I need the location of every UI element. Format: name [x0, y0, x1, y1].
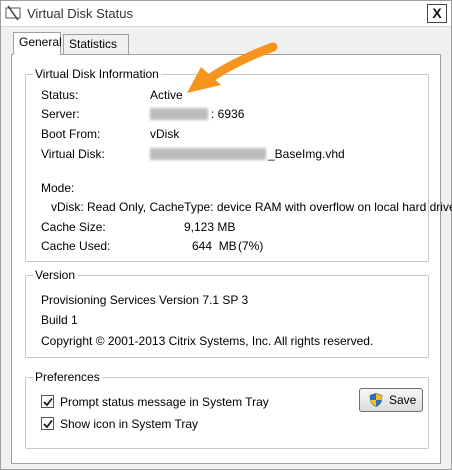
check-icon — [43, 397, 53, 407]
show-icon-checkbox[interactable] — [41, 417, 54, 430]
virtual-disk-label: Virtual Disk: — [41, 147, 105, 161]
show-icon-label[interactable]: Show icon in System Tray — [60, 417, 198, 431]
window-app-icon — [5, 5, 21, 21]
tab-general[interactable]: General — [13, 32, 62, 55]
boot-from-label: Boot From: — [41, 127, 101, 141]
check-icon — [43, 419, 53, 429]
close-icon: X — [432, 5, 442, 21]
virtual-disk-information-group: Virtual Disk Information Status: Active … — [25, 67, 452, 262]
tab-statistics[interactable]: Statistics — [63, 34, 129, 54]
copyright-text: Copyright © 2001-2013 Citrix Systems, In… — [41, 334, 374, 348]
save-button-label: Save — [389, 393, 417, 407]
cache-size-label: Cache Size: — [41, 220, 106, 234]
virtual-disk-value: _BaseImg.vhd — [268, 147, 345, 161]
status-label: Status: — [41, 88, 79, 102]
server-label: Server: — [41, 107, 80, 121]
cache-used-label: Cache Used: — [41, 239, 111, 253]
version-group: Version Provisioning Services Version 7.… — [25, 268, 429, 358]
close-button[interactable]: X — [427, 4, 447, 23]
preferences-group: Preferences Save Prompt status message i… — [25, 370, 429, 449]
virtual-disk-name-redacted — [150, 148, 266, 160]
mode-label: Mode: — [41, 181, 75, 195]
prompt-status-label[interactable]: Prompt status message in System Tray — [60, 395, 269, 409]
prompt-status-checkbox[interactable] — [41, 395, 54, 408]
title-bar[interactable]: Virtual Disk Status X — [1, 1, 451, 27]
server-name-redacted — [150, 108, 208, 120]
group-legend: Version — [33, 268, 78, 282]
boot-from-value: vDisk — [150, 127, 180, 141]
cache-used-percent: (7%) — [238, 239, 264, 253]
cache-size-value: 9,123 MB — [184, 220, 236, 234]
group-legend: Virtual Disk Information — [33, 67, 161, 81]
general-tab-panel: Virtual Disk Information Status: Active … — [11, 54, 452, 464]
uac-shield-icon — [369, 393, 383, 407]
server-port: : 6936 — [211, 107, 245, 121]
mode-value: vDisk: Read Only, CacheType: device RAM … — [51, 200, 452, 214]
product-version: Provisioning Services Version 7.1 SP 3 — [41, 293, 249, 307]
group-legend: Preferences — [33, 370, 102, 384]
virtual-disk-status-window: Virtual Disk Status X General Statistics… — [0, 0, 452, 470]
status-value: Active — [150, 88, 183, 102]
cache-used-value: 644 MB — [192, 239, 237, 253]
save-button[interactable]: Save — [359, 388, 423, 412]
build-number: Build 1 — [41, 313, 78, 327]
window-title: Virtual Disk Status — [27, 6, 133, 21]
